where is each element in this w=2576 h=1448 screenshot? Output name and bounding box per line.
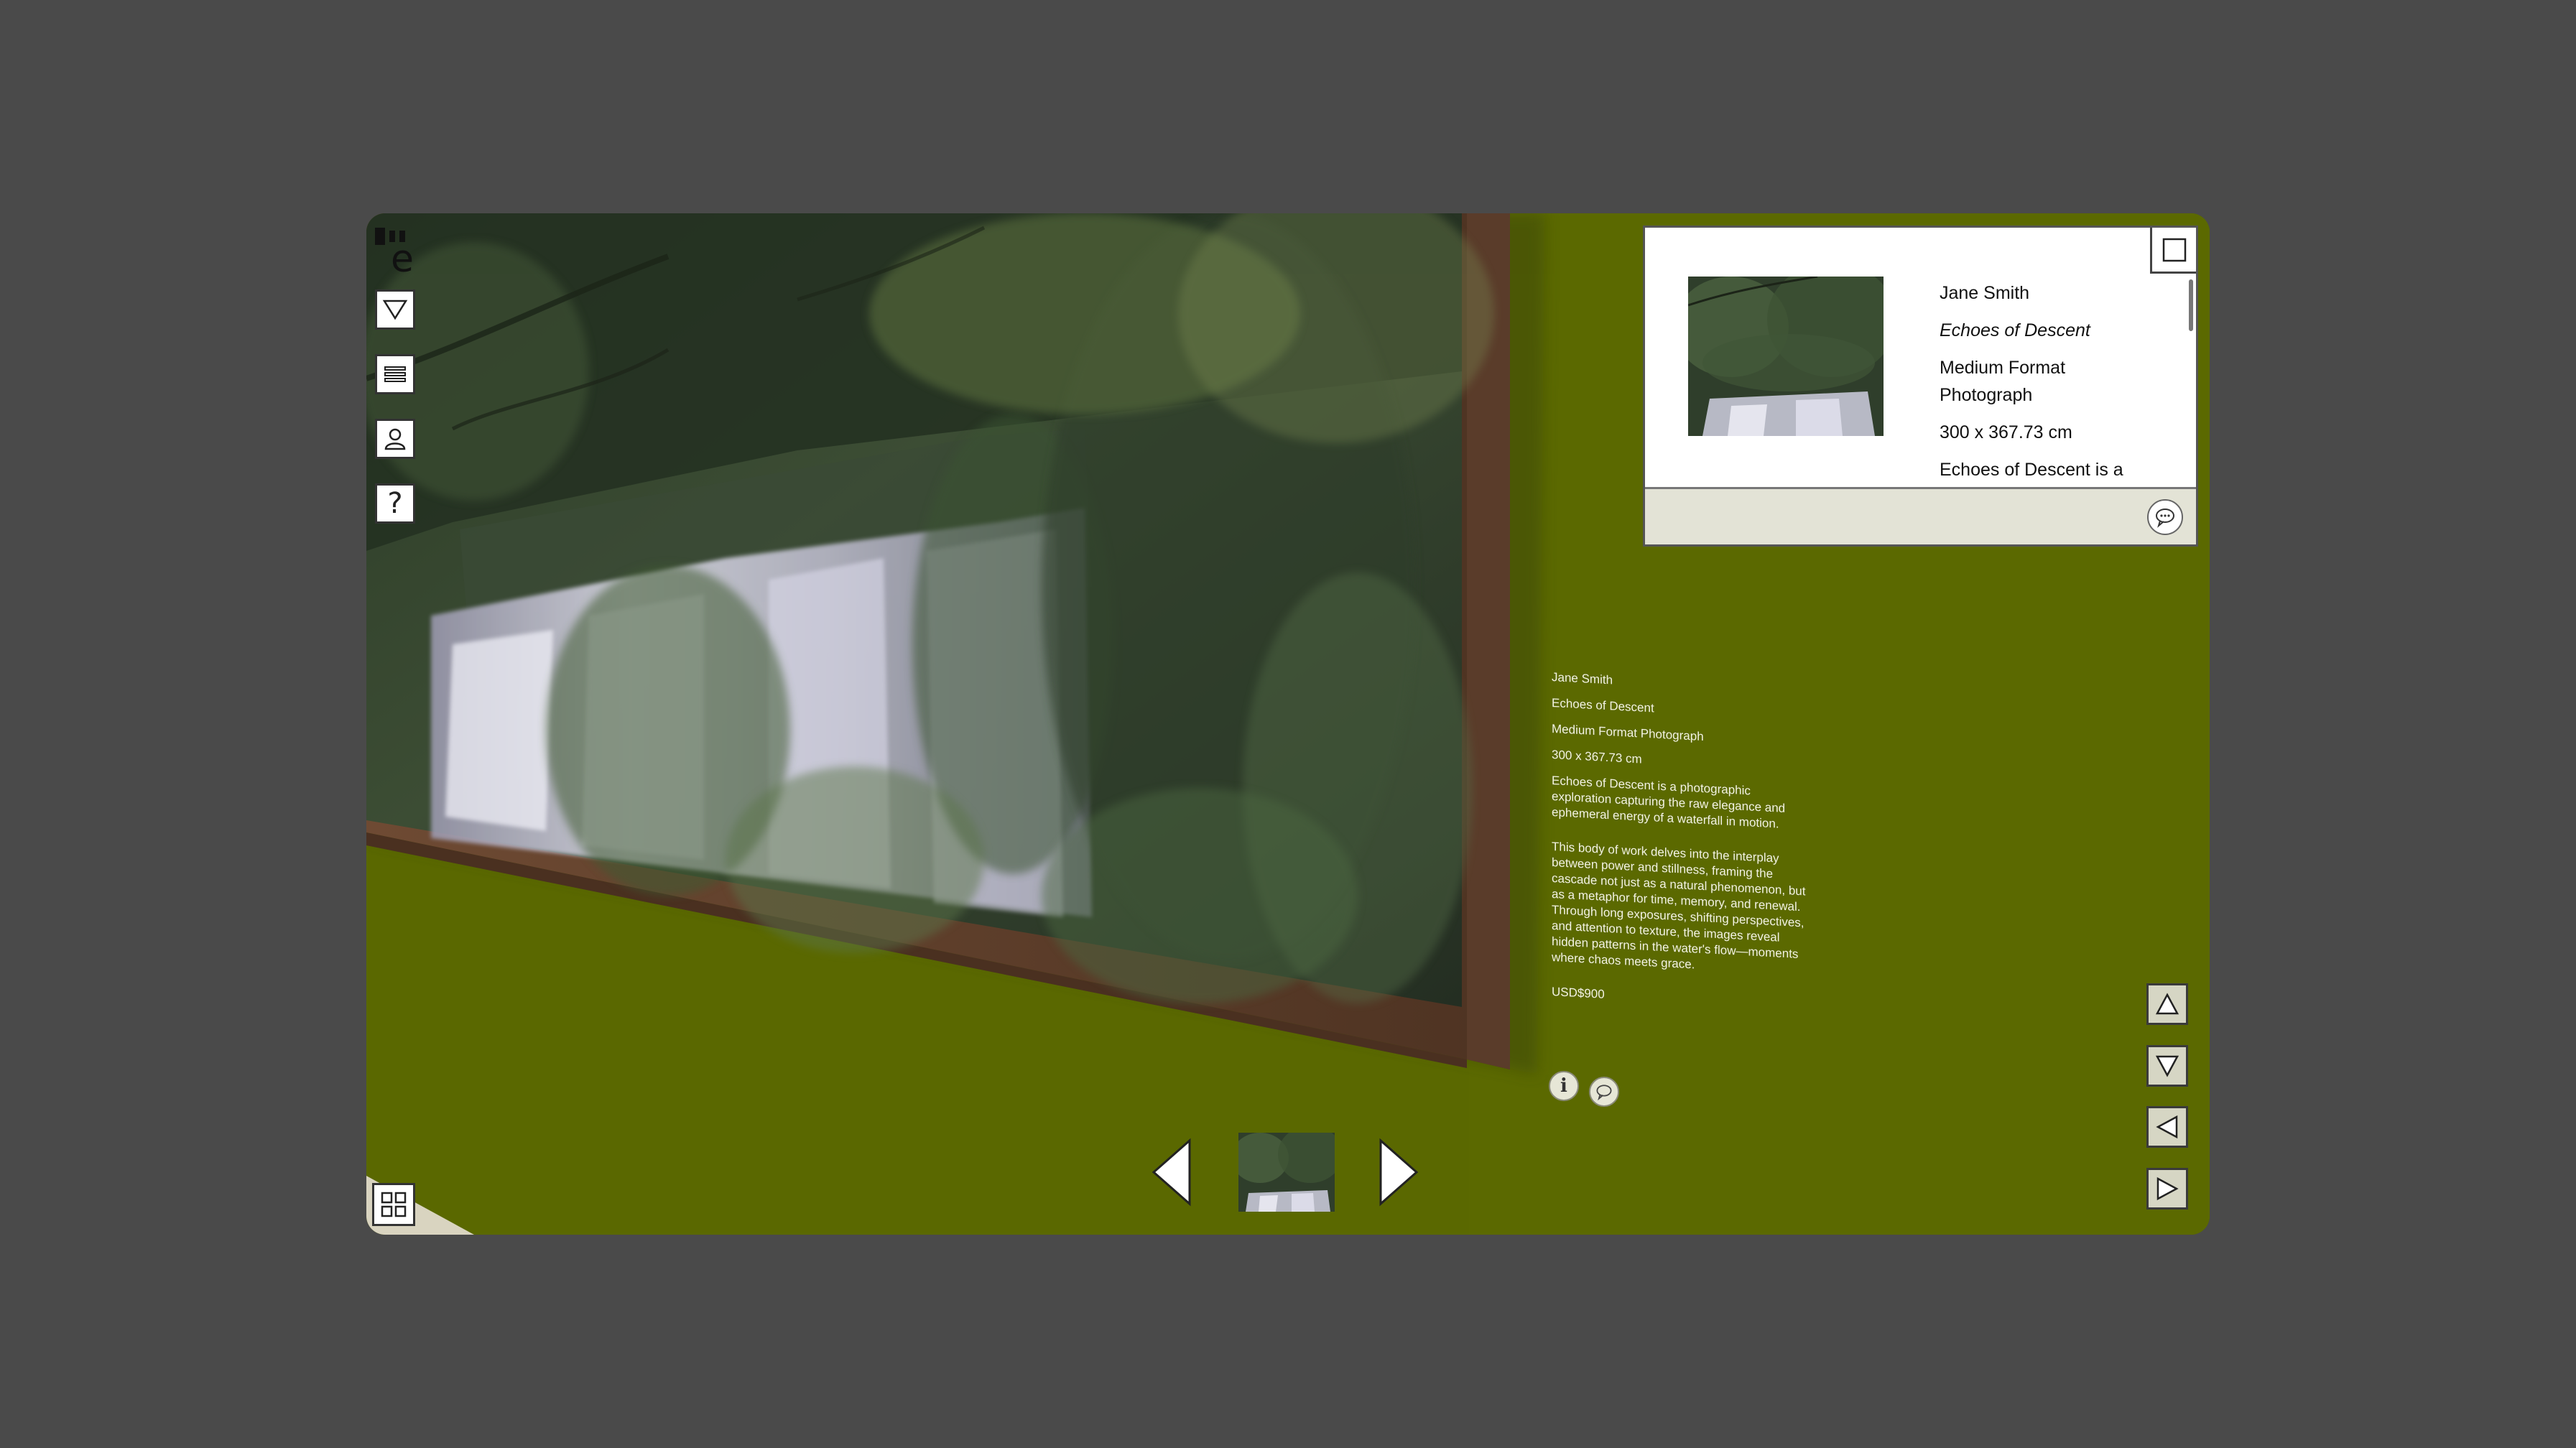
arrow-right-icon — [1379, 1138, 1419, 1207]
comment-button[interactable] — [2147, 499, 2183, 535]
info-medium: Medium Format Photograph — [1940, 358, 2066, 405]
info-card-body[interactable]: Jane Smith Echoes of Descent Medium Form… — [1645, 228, 2196, 488]
info-card-scrollbar[interactable] — [2189, 279, 2193, 331]
filter-button[interactable] — [375, 289, 415, 330]
user-button[interactable] — [375, 419, 415, 459]
triangle-down-icon — [2155, 1055, 2179, 1077]
info-card-text: Jane Smith Echoes of Descent Medium Form… — [1940, 279, 2162, 488]
info-button[interactable]: i — [1549, 1071, 1579, 1101]
help-icon: ? — [387, 487, 403, 520]
triangle-up-icon — [2155, 993, 2179, 1015]
menu-button[interactable] — [375, 354, 415, 394]
chat-bubble-icon — [2156, 509, 2174, 528]
wall-label: Jane Smith Echoes of Descent Medium Form… — [1552, 669, 1810, 1024]
wall-label-description-1: Echoes of Descent is a photographic expl… — [1552, 774, 1786, 831]
next-artwork-button[interactable] — [1375, 1136, 1421, 1208]
info-dimensions: 300 x 367.73 cm — [1940, 422, 2072, 442]
info-card-thumbnail — [1688, 277, 1884, 436]
nav-left-button[interactable] — [2146, 1106, 2188, 1148]
filter-icon — [382, 300, 408, 320]
info-icon: i — [1560, 1075, 1567, 1097]
previous-artwork-button[interactable] — [1149, 1136, 1195, 1208]
triangle-right-icon — [2156, 1176, 2179, 1201]
app-logo: e — [375, 228, 418, 278]
grid-icon — [381, 1192, 407, 1217]
help-button[interactable]: ? — [375, 483, 415, 524]
info-artist: Jane Smith — [1940, 283, 2030, 303]
chat-bubble-icon — [1596, 1085, 1612, 1100]
triangle-left-icon — [2156, 1115, 2178, 1139]
info-card-footer — [1645, 487, 2196, 544]
info-title: Echoes of Descent — [1940, 320, 2090, 340]
expand-button[interactable] — [2150, 228, 2196, 274]
arrow-left-icon — [1152, 1138, 1191, 1207]
wall-label-title: Echoes of Descent — [1552, 696, 1654, 715]
carousel-thumbnail[interactable] — [1238, 1133, 1335, 1212]
wall-comment-button[interactable] — [1589, 1077, 1619, 1107]
wall-label-description-2: This body of work delves into the interp… — [1552, 840, 1806, 972]
info-description: Echoes of Descent is a — [1940, 460, 2123, 480]
user-icon — [384, 428, 406, 450]
artwork-info-card[interactable]: Jane Smith Echoes of Descent Medium Form… — [1643, 226, 2198, 547]
nav-down-button[interactable] — [2146, 1045, 2188, 1087]
wall-label-dimensions: 300 x 367.73 cm — [1552, 748, 1642, 766]
logo-letter: e — [391, 238, 414, 281]
menu-icon — [384, 366, 406, 382]
wall-label-actions: i — [1549, 1071, 1628, 1114]
expand-icon — [2162, 238, 2186, 261]
gallery-viewer[interactable]: e ? Jane Smith Echoes of Descent Medium … — [366, 213, 2210, 1235]
nav-up-button[interactable] — [2146, 983, 2188, 1025]
nav-right-button[interactable] — [2146, 1168, 2188, 1210]
wall-label-price: USD$900 — [1552, 985, 1605, 1001]
wall-label-medium: Medium Format Photograph — [1552, 722, 1704, 744]
grid-view-button[interactable] — [372, 1183, 415, 1226]
